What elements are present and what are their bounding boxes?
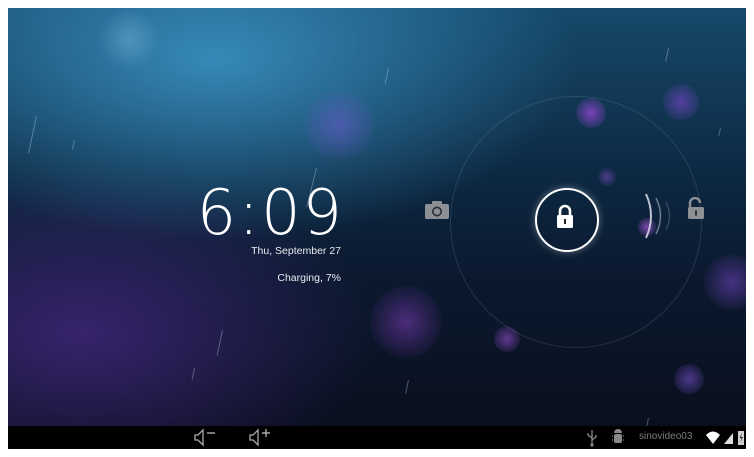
volume-down-icon[interactable] bbox=[192, 428, 218, 447]
rain-streak bbox=[28, 116, 37, 154]
wifi-icon bbox=[706, 431, 720, 444]
lock-handle[interactable] bbox=[535, 188, 599, 252]
bokeh-light bbox=[704, 254, 746, 310]
bokeh-light bbox=[304, 90, 374, 160]
swipe-hint-waves bbox=[645, 193, 671, 239]
rain-streak bbox=[646, 418, 649, 426]
clock-time: 6:09 bbox=[196, 176, 344, 249]
camera-icon[interactable] bbox=[424, 200, 450, 220]
bokeh-light bbox=[98, 8, 160, 70]
rain-streak bbox=[191, 368, 195, 380]
battery-charging-icon bbox=[738, 431, 744, 445]
status-network-name: sinovideo03 bbox=[639, 431, 693, 442]
unlock-icon[interactable] bbox=[686, 197, 706, 221]
rain-streak bbox=[71, 140, 75, 150]
charging-status: Charging, 7% bbox=[277, 272, 341, 284]
rain-streak bbox=[718, 128, 721, 137]
date-text: Thu, September 27 bbox=[251, 245, 341, 257]
rain-streak bbox=[405, 380, 409, 394]
bokeh-light bbox=[674, 364, 704, 394]
signal-icon bbox=[724, 433, 733, 444]
system-bar: sinovideo03 bbox=[8, 426, 746, 449]
bokeh-light bbox=[370, 286, 442, 358]
bokeh-light bbox=[663, 84, 699, 120]
lock-icon bbox=[557, 204, 573, 228]
usb-icon bbox=[587, 430, 597, 447]
android-debug-icon bbox=[612, 429, 624, 443]
rain-streak bbox=[665, 48, 669, 62]
volume-up-icon[interactable] bbox=[247, 428, 273, 447]
rain-streak bbox=[216, 330, 223, 356]
rain-streak bbox=[384, 68, 389, 84]
